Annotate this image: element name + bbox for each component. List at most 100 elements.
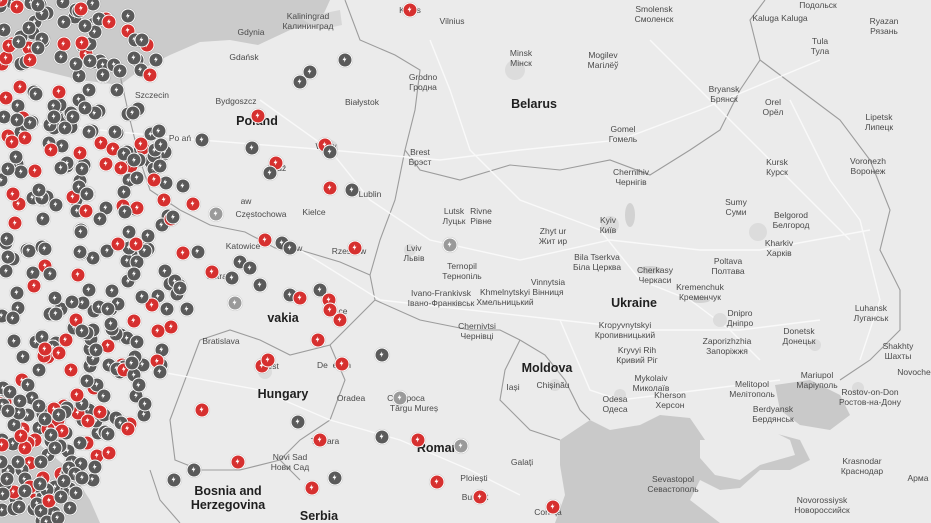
supercharger-pin[interactable]	[310, 332, 326, 348]
supercharger-pin[interactable]	[98, 156, 114, 172]
charger-pin[interactable]	[109, 82, 125, 98]
charger-pin[interactable]	[47, 290, 63, 306]
charger-pin[interactable]	[126, 50, 142, 66]
charger-pin[interactable]	[72, 244, 88, 260]
supercharger-pin[interactable]	[13, 428, 29, 444]
charger-pin[interactable]	[74, 323, 90, 339]
charger-pin[interactable]	[11, 34, 27, 50]
charger-pin[interactable]	[68, 485, 84, 501]
charger-pin[interactable]	[242, 260, 258, 276]
supercharger-pin[interactable]	[312, 432, 328, 448]
supercharger-pin[interactable]	[126, 313, 142, 329]
charger-pin[interactable]	[186, 462, 202, 478]
supercharger-pin[interactable]	[72, 145, 88, 161]
charger-pin[interactable]	[32, 476, 48, 492]
charger-pin[interactable]	[77, 100, 93, 116]
supercharger-pin[interactable]	[175, 245, 191, 261]
charger-pin[interactable]	[50, 510, 66, 523]
supercharger-pin[interactable]	[4, 134, 20, 150]
charger-pin[interactable]	[13, 164, 29, 180]
supercharger-pin[interactable]	[332, 312, 348, 328]
supercharger-pin[interactable]	[472, 489, 488, 505]
charger-pin[interactable]	[64, 294, 80, 310]
supercharger-pin[interactable]	[101, 445, 117, 461]
supercharger-pin[interactable]	[156, 192, 172, 208]
charger-pin[interactable]	[120, 8, 136, 24]
charger-pin[interactable]	[35, 211, 51, 226]
charger-pin[interactable]	[374, 347, 390, 363]
charger-pin[interactable]	[87, 459, 103, 475]
charger-pin[interactable]	[116, 184, 132, 200]
charger-pin[interactable]	[131, 377, 147, 393]
charger-pin[interactable]	[11, 499, 27, 515]
supercharger-pin[interactable]	[63, 362, 79, 378]
map-canvas[interactable]: Belarus Poland Ukraine Moldova Hungary v…	[0, 0, 931, 523]
supercharger-pin[interactable]	[194, 402, 210, 418]
supercharger-pin[interactable]	[322, 180, 338, 196]
charger-pin[interactable]	[103, 316, 119, 332]
charger-pin[interactable]	[179, 301, 195, 317]
charger-pin[interactable]	[48, 197, 64, 213]
charger-pin[interactable]	[0, 249, 16, 265]
charger-pin[interactable]	[81, 82, 96, 98]
charger-pin[interactable]	[53, 160, 69, 176]
supercharger-pin[interactable]	[150, 323, 166, 339]
charger-pin[interactable]	[327, 470, 343, 486]
charger-pin[interactable]	[374, 429, 390, 445]
charger-pin[interactable]	[337, 52, 353, 68]
charger-pin[interactable]	[73, 224, 89, 240]
charger-pin[interactable]	[95, 67, 111, 83]
supercharger-pin[interactable]	[304, 480, 320, 496]
charger-pin[interactable]	[9, 112, 25, 128]
charger-pin[interactable]	[344, 182, 360, 198]
charger-pin[interactable]	[42, 266, 58, 282]
charger-pin[interactable]	[224, 270, 240, 286]
supercharger-pin[interactable]	[128, 236, 144, 252]
charger-pin[interactable]	[17, 483, 33, 499]
charger-pin[interactable]	[252, 277, 268, 293]
charger-pin[interactable]	[74, 161, 90, 177]
charger-pin[interactable]	[172, 280, 188, 296]
charger-pin[interactable]	[53, 49, 69, 65]
charger-pin[interactable]	[166, 472, 182, 488]
supercharger-pin[interactable]	[204, 264, 220, 280]
charger-pin[interactable]	[43, 427, 59, 443]
charger-pin[interactable]	[33, 454, 49, 470]
supercharger-pin[interactable]	[73, 1, 89, 17]
charger-pin[interactable]	[100, 301, 116, 317]
charger-pin[interactable]	[322, 144, 338, 160]
supercharger-pin[interactable]	[185, 196, 201, 212]
charger-pin[interactable]	[175, 178, 191, 194]
charger-pin[interactable]	[10, 454, 26, 470]
charger-pin[interactable]	[5, 310, 21, 326]
charger-pin[interactable]	[117, 204, 133, 220]
supercharger-pin[interactable]	[9, 0, 25, 15]
supercharger-pin[interactable]	[26, 278, 42, 294]
charger-pin[interactable]	[92, 211, 108, 227]
charger-pin[interactable]	[129, 334, 145, 350]
charger-pin[interactable]	[68, 56, 83, 72]
charger-pin[interactable]	[125, 105, 141, 121]
charger-pin[interactable]	[74, 470, 90, 486]
charger-pin[interactable]	[37, 241, 53, 257]
charger-pin[interactable]	[6, 333, 22, 349]
charger-pin[interactable]	[453, 438, 469, 454]
charger-pin[interactable]	[290, 414, 306, 430]
charger-pin[interactable]	[134, 289, 150, 305]
charger-pin[interactable]	[165, 209, 181, 225]
supercharger-pin[interactable]	[69, 387, 85, 403]
supercharger-pin[interactable]	[5, 186, 21, 202]
charger-pin[interactable]	[79, 186, 95, 202]
supercharger-pin[interactable]	[545, 499, 561, 515]
supercharger-pin[interactable]	[410, 432, 426, 448]
charger-pin[interactable]	[126, 266, 142, 282]
charger-pin[interactable]	[292, 74, 308, 90]
supercharger-pin[interactable]	[58, 332, 73, 348]
supercharger-pin[interactable]	[230, 454, 246, 470]
charger-pin[interactable]	[153, 137, 169, 153]
charger-pin[interactable]	[31, 362, 47, 378]
charger-pin[interactable]	[124, 355, 140, 371]
charger-pin[interactable]	[0, 471, 15, 487]
supercharger-pin[interactable]	[110, 236, 126, 252]
charger-pin[interactable]	[12, 393, 28, 409]
